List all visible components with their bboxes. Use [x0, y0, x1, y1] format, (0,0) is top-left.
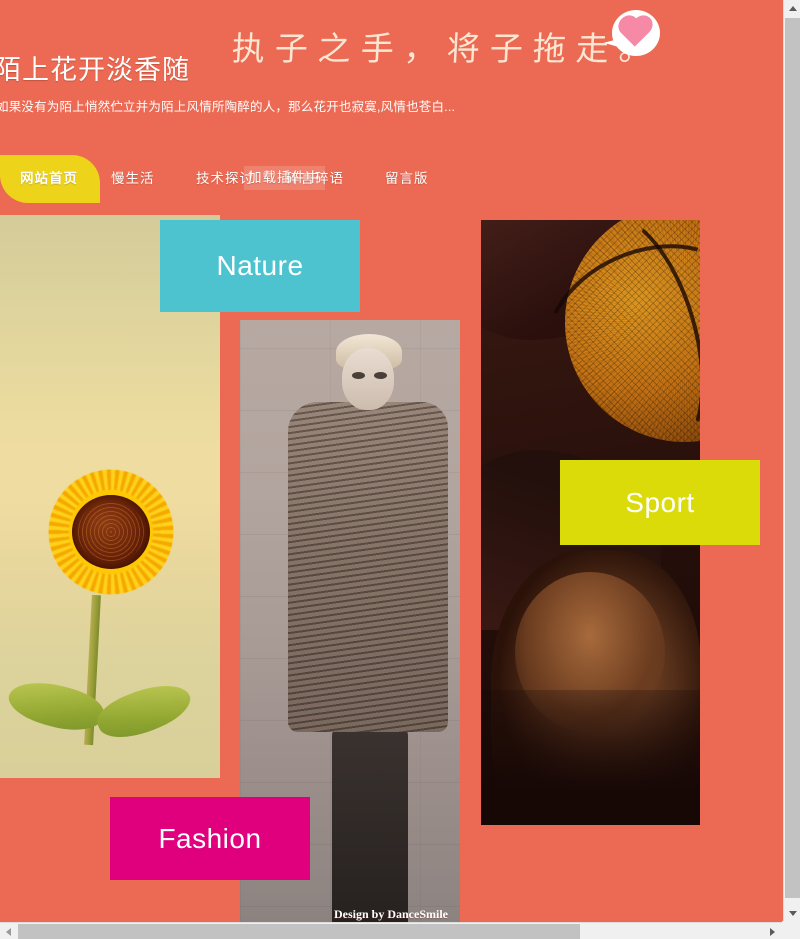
chevron-down-icon: [788, 911, 797, 916]
nav-item-home[interactable]: 网站首页: [0, 155, 100, 203]
header-slogan: 执子之手，将子拖走。: [230, 29, 663, 68]
scroll-left-arrow-button[interactable]: [0, 923, 17, 939]
page-canvas: 陌上花开淡香随 如果没有为陌上悄然伫立并为陌上风情所陶醉的人，那么花开也寂寞,风…: [0, 0, 782, 922]
site-footer: Design by DanceSmile: [0, 905, 782, 922]
sunflower-bloom: [18, 447, 204, 617]
scroll-up-arrow-button[interactable]: [784, 0, 800, 17]
category-label-sport[interactable]: Sport: [560, 460, 760, 545]
model-legs: [332, 722, 408, 922]
footer-credit: Design by DanceSmile: [334, 907, 448, 921]
category-label-fashion[interactable]: Fashion: [110, 797, 310, 880]
chevron-left-icon: [6, 927, 11, 936]
category-gallery: Nature Sport Fashion: [0, 215, 782, 922]
site-tagline: 如果没有为陌上悄然伫立并为陌上风情所陶醉的人，那么花开也寂寞,风情也苍白...: [0, 100, 456, 114]
main-navigation: 网站首页 慢生活 技术探讨 碎言碎语 留言版: [0, 155, 782, 203]
scroll-right-arrow-button[interactable]: [764, 923, 781, 939]
model-eye-left: [352, 372, 365, 379]
sport-photo-shadow: [481, 690, 700, 825]
plugin-loading-indicator: 加载插件中: [244, 166, 325, 190]
chevron-right-icon: [770, 927, 775, 936]
browser-viewport: 陌上花开淡香随 如果没有为陌上悄然伫立并为陌上风情所陶醉的人，那么花开也寂寞,风…: [0, 0, 800, 939]
site-header: 陌上花开淡香随 如果没有为陌上悄然伫立并为陌上风情所陶醉的人，那么花开也寂寞,风…: [0, 0, 782, 215]
category-label-nature[interactable]: Nature: [160, 220, 360, 312]
site-title: 陌上花开淡香随: [0, 55, 190, 85]
nav-item-guestbook[interactable]: 留言版: [385, 155, 429, 203]
scrollbar-corner: [782, 921, 800, 939]
sunflower-leaf-right: [91, 673, 197, 749]
fur-coat: [288, 402, 448, 732]
scroll-down-arrow-button[interactable]: [784, 905, 800, 922]
vertical-scrollbar[interactable]: [783, 0, 800, 922]
vertical-scrollbar-thumb[interactable]: [785, 18, 800, 898]
model-head: [342, 348, 394, 410]
model-eye-right: [374, 372, 387, 379]
heart-speech-bubble-icon: [603, 10, 660, 60]
nav-item-slow-life[interactable]: 慢生活: [111, 155, 155, 203]
horizontal-scrollbar[interactable]: [0, 922, 800, 939]
chevron-up-icon: [788, 6, 797, 11]
sunflower-center: [72, 495, 150, 569]
horizontal-scrollbar-thumb[interactable]: [18, 924, 580, 939]
